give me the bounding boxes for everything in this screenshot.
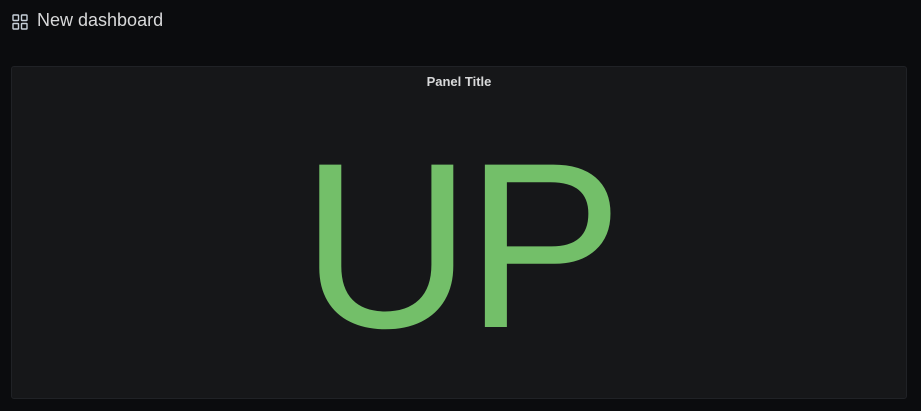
dashboard-navbar: New dashboard (0, 0, 921, 44)
apps-grid-icon[interactable] (12, 14, 28, 30)
stat-panel: Panel Title UP (11, 66, 907, 399)
panel-title[interactable]: Panel Title (427, 74, 492, 89)
stat-value: UP (301, 113, 623, 378)
dashboard-title[interactable]: New dashboard (37, 10, 163, 31)
panel-body: UP (12, 95, 906, 398)
panel-header[interactable]: Panel Title (12, 67, 906, 95)
